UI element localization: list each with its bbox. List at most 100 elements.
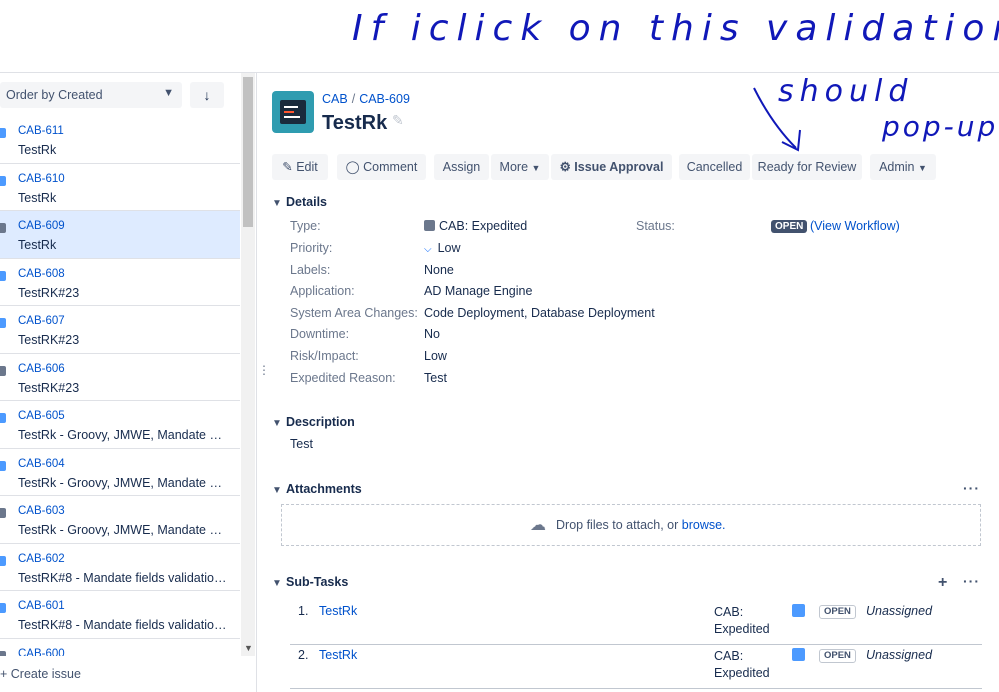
description-text[interactable]: Test <box>290 437 313 451</box>
create-issue-link[interactable]: + Create issue <box>0 667 81 681</box>
comment-button[interactable]: ◯ Comment <box>337 154 426 180</box>
pencil-icon[interactable]: ✎ <box>392 112 404 129</box>
cab-type-icon <box>0 508 6 518</box>
subtask-row[interactable]: 2. TestRk CAB: Expedited OPEN Unassigned <box>290 644 982 689</box>
issue-key[interactable]: CAB-605 <box>18 410 65 422</box>
collapse-chevron-icon: ▼ <box>272 485 282 496</box>
edit-button[interactable]: ✎ Edit <box>272 154 328 180</box>
scrollbar-thumb[interactable] <box>243 77 253 227</box>
type-label: Type: <box>290 219 321 233</box>
issue-summary: TestRk <box>18 190 57 205</box>
issue-key[interactable]: CAB-611 <box>18 125 64 137</box>
issue-summary: TestRk - Groovy, JMWE, Mandate Va... <box>18 523 228 537</box>
scroll-down-arrow-icon[interactable]: ▼ <box>244 643 253 653</box>
issue-list-item[interactable]: CAB-605 TestRk - Groovy, JMWE, Mandate Va… <box>0 401 240 449</box>
issue-key[interactable]: CAB-609 <box>18 220 65 232</box>
issue-list-item[interactable]: CAB-601 TestRK#8 - Mandate fields validat… <box>0 591 240 639</box>
issue-summary: TestRK#23 <box>18 380 80 395</box>
admin-button[interactable]: Admin ▼ <box>870 154 936 180</box>
chevron-down-icon: ▼ <box>163 87 174 99</box>
admin-label: Admin <box>879 160 915 174</box>
issue-key[interactable]: CAB-602 <box>18 553 65 565</box>
view-workflow-link[interactable]: (View Workflow) <box>810 219 900 233</box>
cab-type-icon <box>0 223 6 233</box>
attachment-dropzone[interactable]: ☁ Drop files to attach, or browse. <box>281 504 981 546</box>
description-section-toggle[interactable]: ▼ Description <box>272 415 355 429</box>
comment-button-label: Comment <box>363 160 418 174</box>
system-area-label: System Area Changes: <box>290 306 418 320</box>
issue-list-item[interactable]: CAB-608 TestRK#23 <box>0 259 240 306</box>
subtasks-section-toggle[interactable]: ▼ Sub-Tasks <box>272 575 348 589</box>
sort-direction-button[interactable]: ↓ <box>190 82 224 108</box>
task-type-icon <box>0 555 6 566</box>
chevron-down-icon: ▼ <box>531 163 541 173</box>
subtask-row[interactable]: 1. TestRk CAB: Expedited OPEN Unassigned <box>290 600 982 645</box>
downtime-value: No <box>424 327 440 341</box>
panel-resize-handle-icon[interactable]: ⋮ <box>258 363 270 377</box>
issue-approval-button[interactable]: ⚙ Issue Approval <box>551 154 672 180</box>
attachments-more-icon[interactable]: ··· <box>963 480 980 496</box>
subtasks-more-icon[interactable]: ··· <box>963 573 980 589</box>
issue-key[interactable]: CAB-603 <box>18 505 65 517</box>
task-type-icon <box>0 460 6 471</box>
task-type-icon <box>0 318 6 328</box>
subtask-type-icon <box>792 604 805 617</box>
subtask-assignee: Unassigned <box>866 604 933 618</box>
task-type-icon <box>0 413 6 423</box>
breadcrumb-project-link[interactable]: CAB <box>322 92 348 106</box>
issue-list-item[interactable]: CAB-604 TestRk - Groovy, JMWE, Mandate Va… <box>0 449 240 496</box>
priority-low-icon: ⌵ <box>424 244 432 255</box>
issue-key[interactable]: CAB-607 <box>18 315 65 327</box>
issue-list-item[interactable]: CAB-607 TestRK#23 <box>0 306 240 354</box>
issue-key[interactable]: CAB-606 <box>18 363 65 375</box>
subtask-link[interactable]: TestRk <box>319 604 357 618</box>
task-type-icon <box>0 270 6 281</box>
details-section-toggle[interactable]: ▼ Details <box>272 195 327 209</box>
type-value-text: CAB: Expedited <box>439 219 528 233</box>
gear-icon: ⚙ <box>559 160 571 174</box>
issue-list-item[interactable]: CAB-609 TestRk <box>0 211 240 259</box>
issue-key[interactable]: CAB-604 <box>18 458 65 470</box>
issue-list-item[interactable]: CAB-611 TestRk <box>0 116 240 164</box>
issue-key[interactable]: CAB-601 <box>18 600 65 612</box>
issue-list-item[interactable]: CAB-606 TestRK#23 <box>0 354 240 401</box>
priority-label: Priority: <box>290 241 333 255</box>
issue-title[interactable]: TestRk <box>322 112 387 135</box>
issue-list-item[interactable]: CAB-600 <box>0 639 240 657</box>
browse-link[interactable]: browse. <box>682 518 726 532</box>
attachments-section-toggle[interactable]: ▼ Attachments <box>272 482 362 496</box>
status-badge: OPEN <box>771 220 808 233</box>
assign-button-label: Assign <box>442 160 481 174</box>
cab-type-icon <box>424 220 435 231</box>
issue-key[interactable]: CAB-610 <box>18 173 65 185</box>
priority-value-text: Low <box>437 241 461 255</box>
subtask-link[interactable]: TestRk <box>319 648 357 662</box>
project-avatar[interactable] <box>272 91 314 133</box>
risk-impact-label: Risk/Impact: <box>290 349 359 363</box>
arrow-down-icon: ↓ <box>203 87 211 103</box>
cancelled-transition-button[interactable]: Cancelled <box>679 154 750 180</box>
issue-key[interactable]: CAB-608 <box>18 268 65 280</box>
subtask-type-icon <box>792 648 805 661</box>
issue-summary: TestRK#8 - Mandate fields validation... <box>18 570 228 585</box>
collapse-chevron-icon: ▼ <box>272 418 282 429</box>
issue-list-item[interactable]: CAB-603 TestRk - Groovy, JMWE, Mandate Va… <box>0 496 240 544</box>
subtask-number: 2. <box>298 648 309 662</box>
breadcrumb-issue-link[interactable]: CAB-609 <box>359 92 410 106</box>
issue-list-scrollbar[interactable]: ▼ <box>241 73 255 656</box>
assign-button[interactable]: Assign <box>434 154 489 180</box>
cloud-upload-icon: ☁ <box>530 517 546 534</box>
issue-list-item[interactable]: CAB-610 TestRk <box>0 164 240 211</box>
issue-summary: TestRk <box>18 238 57 252</box>
annotation-line-1: If iclick on this validation <box>352 8 999 49</box>
more-button[interactable]: More ▼ <box>491 154 549 180</box>
collapse-chevron-icon: ▼ <box>272 578 282 589</box>
more-button-label: More <box>499 160 529 174</box>
order-by-select[interactable]: Order by Created ▼ <box>0 82 182 108</box>
ready-for-review-button[interactable]: Ready for Review <box>752 154 862 180</box>
issue-key[interactable]: CAB-600 <box>18 648 65 657</box>
subtask-status-badge: OPEN <box>819 605 856 619</box>
add-subtask-plus-icon[interactable]: + <box>938 574 947 592</box>
issue-list-item[interactable]: CAB-602 TestRK#8 - Mandate fields validat… <box>0 544 240 591</box>
comment-icon: ◯ <box>345 160 360 174</box>
